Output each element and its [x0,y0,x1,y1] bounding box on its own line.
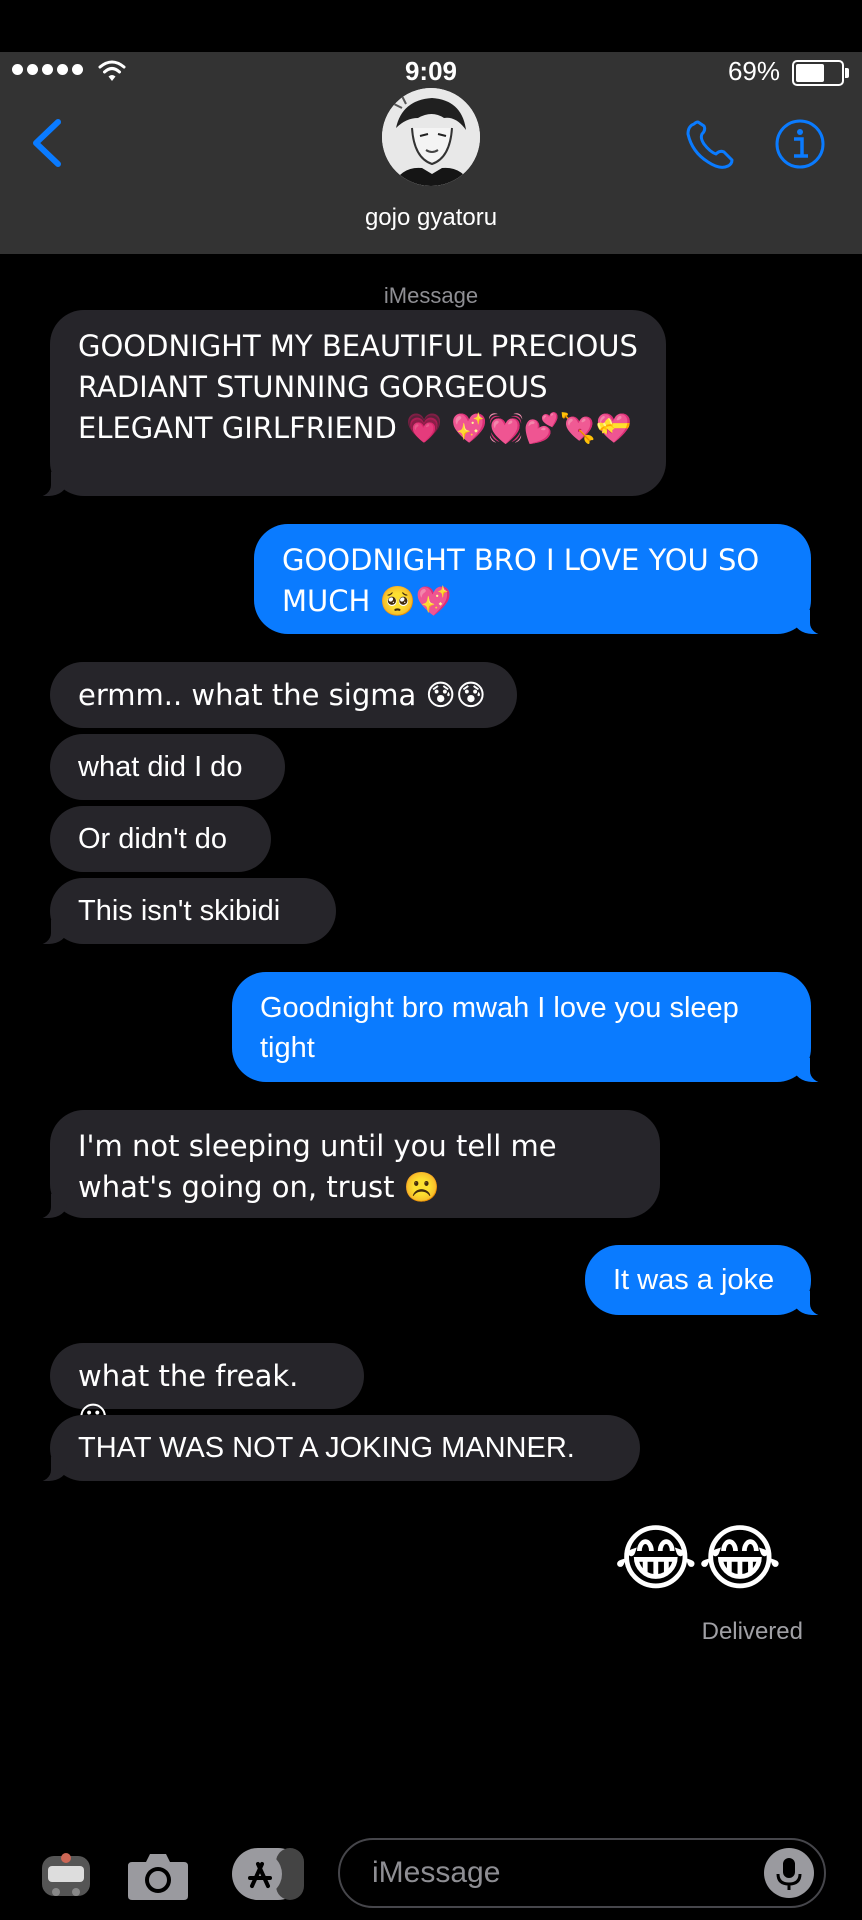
sticker-app-icon[interactable] [38,1848,94,1902]
battery-icon [792,60,849,86]
avatar-illustration [382,88,480,186]
incoming-message-bubble[interactable]: ermm.. what the sigma 😰😰 [50,662,517,728]
outgoing-message-bubble[interactable]: GOODNIGHT BRO I LOVE YOU SO MUCH 🥺💖 [254,524,834,635]
outgoing-emoji-message[interactable]: 😂😂 [614,1516,782,1600]
message-input-placeholder: iMessage [372,1856,501,1889]
camera-icon[interactable] [126,1850,190,1902]
status-bar [0,0,862,52]
battery-percentage: 69% [727,56,780,86]
incoming-message-bubble[interactable]: what did I do [50,734,285,800]
incoming-message-bubble[interactable]: This isn't skibidi [27,878,336,945]
outgoing-message-bubble[interactable]: It was a joke [585,1245,834,1316]
message-text: THAT WAS NOT A JOKING MANNER. [78,1432,575,1464]
message-text: Goodnight bro mwah I love you sleep tigh… [260,992,739,1064]
incoming-message-bubble[interactable]: Or didn't do [50,806,271,872]
phone-icon[interactable] [684,118,738,172]
message-text: It was a joke [613,1264,775,1296]
microphone-icon[interactable] [764,1848,814,1898]
contact-avatar[interactable] [382,88,480,186]
contact-name[interactable]: gojo gyatoru [0,204,862,232]
incoming-message-bubble[interactable]: THAT WAS NOT A JOKING MANNER. [27,1415,640,1482]
message-text: GOODNIGHT BRO I LOVE YOU SO MUCH 🥺💖 [282,543,760,618]
chevron-left-icon[interactable] [30,118,64,168]
outgoing-message-bubble[interactable]: Goodnight bro mwah I love you sleep tigh… [232,972,834,1083]
app-store-icon[interactable] [230,1846,310,1902]
info-icon[interactable] [774,118,826,170]
message-text: ermm.. what the sigma 😰😰 [78,678,486,712]
incoming-message-bubble[interactable]: I'm not sleeping until you tell me what'… [27,1110,660,1219]
message-text: Or didn't do [78,823,228,855]
message-text: GOODNIGHT MY BEAUTIFUL PRECIOUS RADIANT … [78,329,638,445]
service-label: iMessage [383,283,479,308]
message-text: I'm not sleeping until you tell me what'… [78,1129,557,1204]
incoming-message-bubble[interactable]: GOODNIGHT MY BEAUTIFUL PRECIOUS RADIANT … [27,310,666,497]
message-text: This isn't skibidi [78,895,281,927]
message-input[interactable]: iMessage [338,1838,826,1908]
message-text: what did I do [78,751,243,783]
delivered-status: Delivered [701,1618,803,1645]
incoming-message-bubble[interactable]: what the freak. 😐 [50,1343,364,1434]
